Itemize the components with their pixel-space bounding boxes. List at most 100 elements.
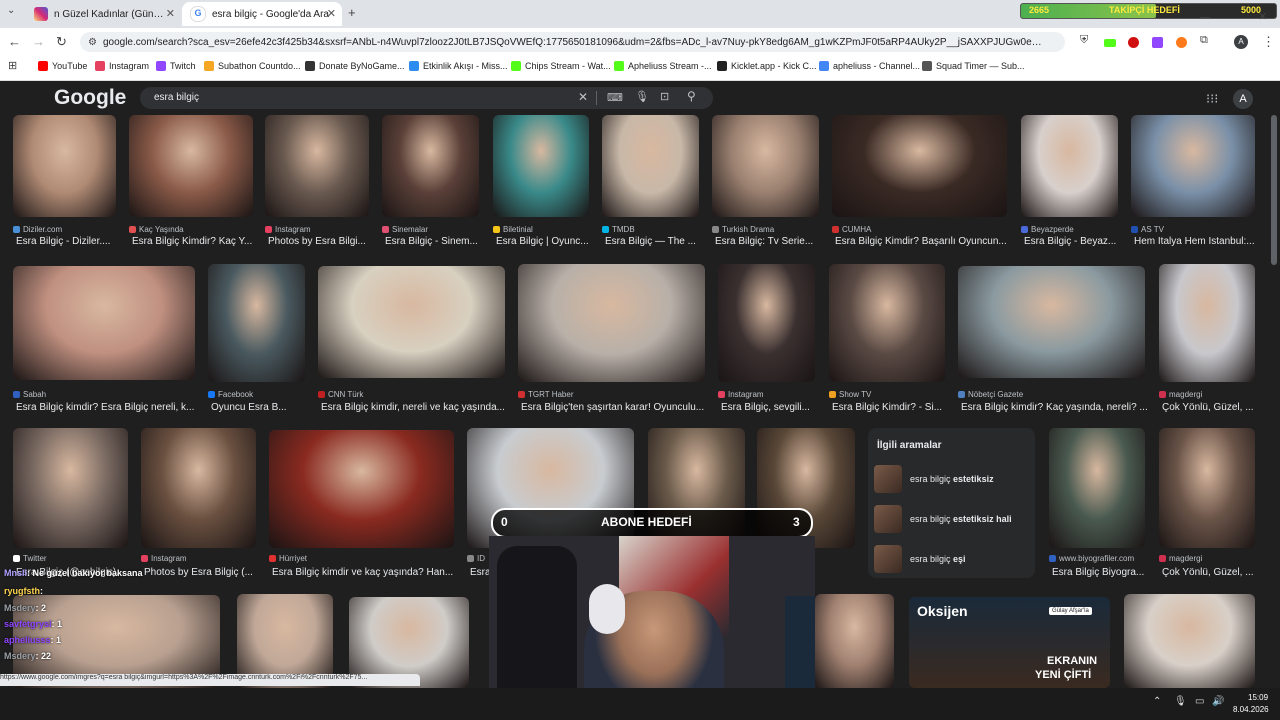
related-search-item[interactable]: esra bilgiç eşi [874, 544, 966, 574]
result-source[interactable]: Beyazperde [1021, 225, 1074, 234]
result-thumbnail[interactable] [265, 115, 369, 217]
result-source[interactable]: CUMHA [832, 225, 871, 234]
result-source[interactable]: Sabah [13, 390, 46, 399]
result-source[interactable]: CNN Türk [318, 390, 363, 399]
result-thumbnail[interactable] [1131, 115, 1255, 217]
bookmark-item[interactable]: Instagram [95, 61, 149, 71]
result-caption[interactable]: Esra Bilgiç: Tv Serie... [715, 236, 830, 247]
result-source[interactable]: Twitter [13, 554, 47, 563]
result-caption[interactable]: Esra Bilgiç Kimdir? Kaç Y... [132, 236, 264, 247]
reload-icon[interactable]: ↻ [56, 34, 67, 50]
result-source[interactable]: magdergi [1159, 390, 1202, 399]
result-caption[interactable]: Esra Bilgiç kimdir ve kaç yaşında? Han..… [272, 567, 465, 578]
result-thumbnail[interactable] [13, 266, 195, 380]
bookmark-item[interactable]: YouTube [38, 61, 87, 71]
result-caption[interactable]: Esra Bilgiç, sevgili... [721, 402, 826, 413]
address-bar[interactable]: ⚙ google.com/search?sca_esv=26efe42c3f42… [80, 32, 1065, 52]
close-window-icon[interactable]: ✕ [1258, 10, 1267, 23]
microphone-icon[interactable]: 🎙 [635, 90, 649, 103]
microphone-tray-icon[interactable]: 🎙 [1174, 696, 1187, 707]
lens-camera-icon[interactable]: ⊡ [660, 90, 669, 103]
result-thumbnail[interactable] [269, 430, 454, 548]
bookmark-item[interactable]: Chips Stream - Wat... [511, 61, 611, 71]
result-thumbnail[interactable] [13, 115, 116, 217]
account-avatar[interactable]: A [1233, 89, 1253, 109]
result-source[interactable]: ID [467, 554, 485, 563]
result-source[interactable]: Facebook [208, 390, 253, 399]
search-input[interactable]: esra bilgiç [154, 92, 199, 103]
image-result-card[interactable] [1124, 594, 1255, 700]
minimize-icon[interactable]: — [1200, 12, 1210, 23]
result-thumbnail[interactable] [318, 266, 505, 378]
result-caption[interactable]: Çok Yönlü, Güzel, ... [1162, 402, 1266, 413]
back-icon[interactable]: ← [8, 34, 21, 49]
result-thumbnail[interactable] [382, 115, 479, 217]
result-thumbnail[interactable] [1159, 428, 1255, 548]
bookmark-item[interactable]: apheliuss - Channel... [819, 61, 920, 71]
result-caption[interactable]: Esra Bilgiç Kimdir? Başarılı Oyuncun... [835, 236, 1030, 247]
apps-grid-icon[interactable]: ⊞ [8, 59, 17, 72]
result-thumbnail[interactable] [602, 115, 699, 217]
result-thumbnail[interactable] [518, 264, 705, 382]
bookmark-item[interactable]: Subathon Countdo... [204, 61, 301, 71]
result-thumbnail[interactable] [1159, 264, 1255, 382]
oksijen-ad-image[interactable]: Oksijen Gülay Afşar'la EKRANIN YENİ ÇİFT… [909, 597, 1110, 688]
volume-tray-icon[interactable]: 🔊 [1212, 696, 1224, 707]
result-source[interactable]: Instagram [141, 554, 187, 563]
result-caption[interactable]: Esra Bilgiç - Beyaz... [1024, 236, 1129, 247]
result-source[interactable]: Nöbetçi Gazete [958, 390, 1023, 399]
tab-list-chevron-icon[interactable]: ⌄ [7, 5, 15, 16]
result-caption[interactable]: Esra Bilgiç - Sinem... [385, 236, 490, 247]
bookmark-item[interactable]: Etkinlik Akışı - Miss... [409, 61, 508, 71]
related-search-item[interactable]: esra bilgiç estetiksiz hali [874, 504, 1012, 534]
result-source[interactable]: TGRT Haber [518, 390, 574, 399]
google-apps-icon[interactable]: ⁝⁝⁝ [1206, 91, 1218, 107]
result-source[interactable]: Hürriyet [269, 554, 307, 563]
bookmark-item[interactable]: Kicklet.app - Kick C... [717, 61, 817, 71]
extension-twitch-icon[interactable] [1152, 37, 1163, 48]
image-result-card[interactable] [815, 594, 894, 700]
result-thumbnail[interactable] [129, 115, 253, 217]
result-thumbnail[interactable] [815, 594, 894, 688]
result-caption[interactable]: Esra Bilgiç — The ... [605, 236, 710, 247]
profile-avatar[interactable]: A [1234, 35, 1248, 49]
forward-icon[interactable]: → [32, 34, 45, 49]
clear-icon[interactable]: ✕ [578, 90, 588, 104]
extension-shield-icon[interactable]: ⛨ [1080, 34, 1088, 47]
close-icon[interactable]: ✕ [166, 7, 175, 20]
result-source[interactable]: Show TV [829, 390, 871, 399]
result-source[interactable]: Sinemalar [382, 225, 428, 234]
result-caption[interactable]: Esra Bilgiç kimdir? Kaç yaşında, nereli?… [961, 402, 1156, 413]
result-source[interactable]: Diziler.com [13, 225, 62, 234]
bookmark-item[interactable]: Squad Timer — Sub... [922, 61, 1025, 71]
result-caption[interactable]: Esra Bilgiç Biyogra... [1052, 567, 1156, 578]
result-caption[interactable]: Esra Bilgiç kimdir? Esra Bilgiç nereli, … [16, 402, 206, 413]
extension-red-icon[interactable] [1128, 37, 1139, 48]
result-thumbnail[interactable] [829, 264, 945, 382]
keyboard-icon[interactable]: ⌨ [607, 91, 623, 104]
result-caption[interactable]: Esra Bilgiç Kimdir? - Si... [832, 402, 956, 413]
result-thumbnail[interactable] [141, 428, 256, 548]
result-source[interactable]: AS TV [1131, 225, 1164, 234]
extensions-puzzle-icon[interactable]: ⧉ [1200, 34, 1208, 47]
result-source[interactable]: Instagram [718, 390, 764, 399]
result-caption[interactable]: Esra Bilgiç | Oyunc... [496, 236, 600, 247]
result-caption[interactable]: Hem İtalya Hem İstanbul:... [1134, 236, 1266, 247]
bookmark-item[interactable]: Donate ByNoGame... [305, 61, 405, 71]
result-source[interactable]: www.biyografiler.com [1049, 554, 1134, 563]
page-scrollbar[interactable] [1271, 115, 1277, 265]
result-thumbnail[interactable] [13, 428, 128, 548]
result-caption[interactable]: Esra Bilgiç'ten şaşırtan karar! Oyunculu… [521, 402, 716, 413]
extension-green-icon[interactable] [1104, 39, 1116, 47]
related-search-item[interactable]: esra bilgiç estetiksiz [874, 464, 994, 494]
result-source[interactable]: TMDB [602, 225, 635, 234]
result-thumbnail[interactable] [718, 264, 815, 382]
result-caption[interactable]: Esra Bilgiç - Diziler.... [16, 236, 127, 247]
google-logo[interactable]: Google [54, 86, 126, 110]
result-source[interactable]: Turkish Drama [712, 225, 774, 234]
result-source[interactable]: Kaç Yaşında [129, 225, 184, 234]
search-box[interactable]: esra bilgiç ✕ ⌨ 🎙 ⊡ ⚲ [140, 87, 713, 109]
result-source[interactable]: Biletinial [493, 225, 533, 234]
search-icon[interactable]: ⚲ [687, 89, 696, 103]
result-thumbnail[interactable] [832, 115, 1007, 217]
